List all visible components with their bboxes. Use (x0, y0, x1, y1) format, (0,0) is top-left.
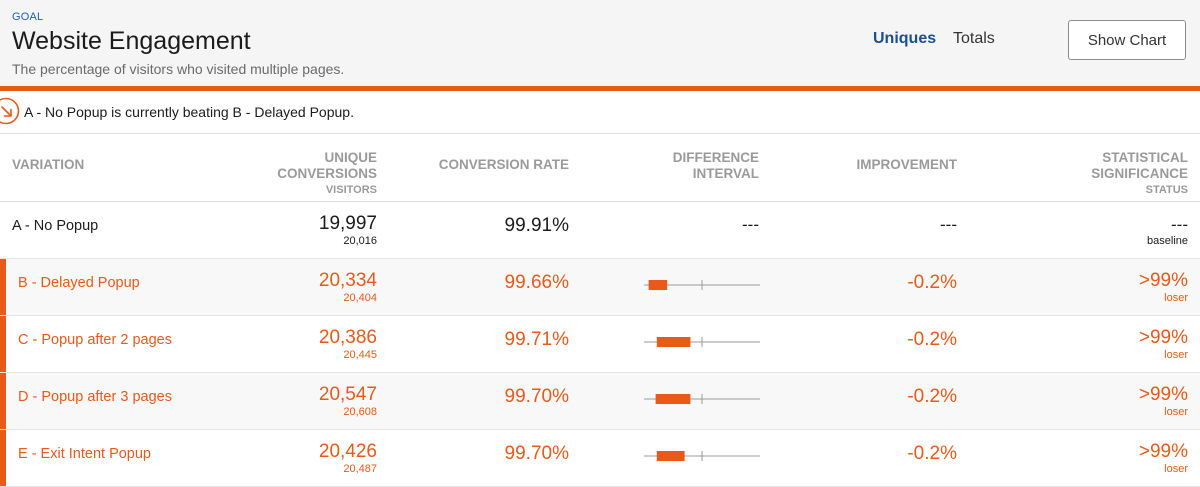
conversion-rate-value: 99.91% (504, 215, 569, 236)
column-header-variation: VARIATION (12, 157, 85, 172)
goal-header: GOAL Website Engagement The percentage o… (0, 0, 1200, 86)
difference-interval-chart (644, 451, 760, 461)
conversion-rate-value: 99.70% (504, 386, 569, 407)
arrow-down-right-circle-icon (0, 97, 20, 125)
visitors-value: 20,487 (343, 463, 377, 475)
interval-bar (648, 280, 668, 290)
column-header-significance-label: STATISTICAL SIGNIFICANCE (1091, 150, 1188, 181)
unique-conversions-value: 20,547 (318, 384, 377, 405)
uniques-toggle[interactable]: Uniques (873, 30, 936, 48)
variation-name[interactable]: B - Delayed Popup (18, 275, 140, 291)
column-header-improvement: IMPROVEMENT (856, 157, 957, 172)
goal-title: Website Engagement (12, 27, 251, 55)
column-header-significance: STATISTICAL SIGNIFICANCE STATUS (1078, 150, 1188, 198)
table-row[interactable]: C - Popup after 2 pages 20,386 20,445 99… (0, 316, 1200, 373)
goal-label: GOAL (12, 11, 44, 23)
difference-interval-value: --- (742, 215, 759, 234)
improvement-value: -0.2% (907, 272, 957, 293)
conversion-rate-value: 99.70% (504, 443, 569, 464)
significance-value: >99% (1138, 327, 1188, 348)
variation-name[interactable]: E - Exit Intent Popup (18, 446, 151, 462)
interval-bar (655, 394, 691, 404)
difference-interval-chart (644, 280, 760, 290)
significance-status: loser (1164, 463, 1188, 475)
column-header-difference-interval: DIFFERENCE INTERVAL (672, 150, 759, 181)
row-accent-stripe (0, 259, 6, 315)
significance-status: baseline (1147, 235, 1188, 247)
column-header-conversions-label: UNIQUE CONVERSIONS (277, 150, 377, 181)
visitors-value: 20,445 (343, 349, 377, 361)
totals-toggle[interactable]: Totals (953, 30, 995, 48)
unique-conversions-value: 20,426 (318, 441, 377, 462)
row-accent-stripe (0, 430, 6, 486)
visitors-value: 20,608 (343, 406, 377, 418)
difference-interval-chart (644, 337, 760, 347)
unique-conversions-value: 19,997 (318, 213, 377, 234)
table-header: VARIATION UNIQUE CONVERSIONS VISITORS CO… (0, 134, 1200, 202)
interval-bar (656, 451, 685, 461)
conversion-rate-value: 99.66% (504, 272, 569, 293)
visitors-value: 20,404 (343, 292, 377, 304)
variation-name: A - No Popup (12, 218, 99, 234)
row-accent-stripe (0, 373, 6, 429)
variation-name[interactable]: C - Popup after 2 pages (18, 332, 172, 348)
significance-status: loser (1164, 292, 1188, 304)
column-header-status-label: STATUS (1145, 184, 1188, 196)
significance-status: loser (1164, 349, 1188, 361)
difference-interval-chart (644, 394, 760, 404)
significance-status: loser (1164, 406, 1188, 418)
significance-value: >99% (1138, 441, 1188, 462)
significance-value: --- (1171, 215, 1188, 234)
goal-results-panel: GOAL Website Engagement The percentage o… (0, 0, 1200, 487)
row-accent-stripe (0, 316, 6, 372)
table-row-baseline[interactable]: A - No Popup 19,997 20,016 99.91% --- --… (0, 202, 1200, 259)
improvement-value: -0.2% (907, 443, 957, 464)
visitors-value: 20,016 (343, 235, 377, 247)
column-header-conversion-rate: CONVERSION RATE (438, 157, 569, 172)
significance-value: >99% (1138, 270, 1188, 291)
unique-conversions-value: 20,334 (318, 270, 377, 291)
significance-value: >99% (1138, 384, 1188, 405)
table-row[interactable]: D - Popup after 3 pages 20,547 20,608 99… (0, 373, 1200, 430)
improvement-value: -0.2% (907, 329, 957, 350)
column-header-visitors-label: VISITORS (325, 184, 377, 196)
conversion-rate-value: 99.71% (504, 329, 569, 350)
variation-name[interactable]: D - Popup after 3 pages (18, 389, 172, 405)
result-alert: A - No Popup is currently beating B - De… (0, 91, 1200, 134)
table-row[interactable]: B - Delayed Popup 20,334 20,404 99.66% -… (0, 259, 1200, 316)
improvement-value: -0.2% (907, 386, 957, 407)
column-header-conversions: UNIQUE CONVERSIONS VISITORS (267, 150, 377, 198)
table-row[interactable]: E - Exit Intent Popup 20,426 20,487 99.7… (0, 430, 1200, 487)
show-chart-button[interactable]: Show Chart (1068, 20, 1186, 60)
goal-description: The percentage of visitors who visited m… (12, 61, 345, 77)
unique-conversions-value: 20,386 (318, 327, 377, 348)
improvement-value: --- (940, 215, 957, 234)
interval-bar (656, 337, 691, 347)
alert-message: A - No Popup is currently beating B - De… (24, 104, 354, 120)
